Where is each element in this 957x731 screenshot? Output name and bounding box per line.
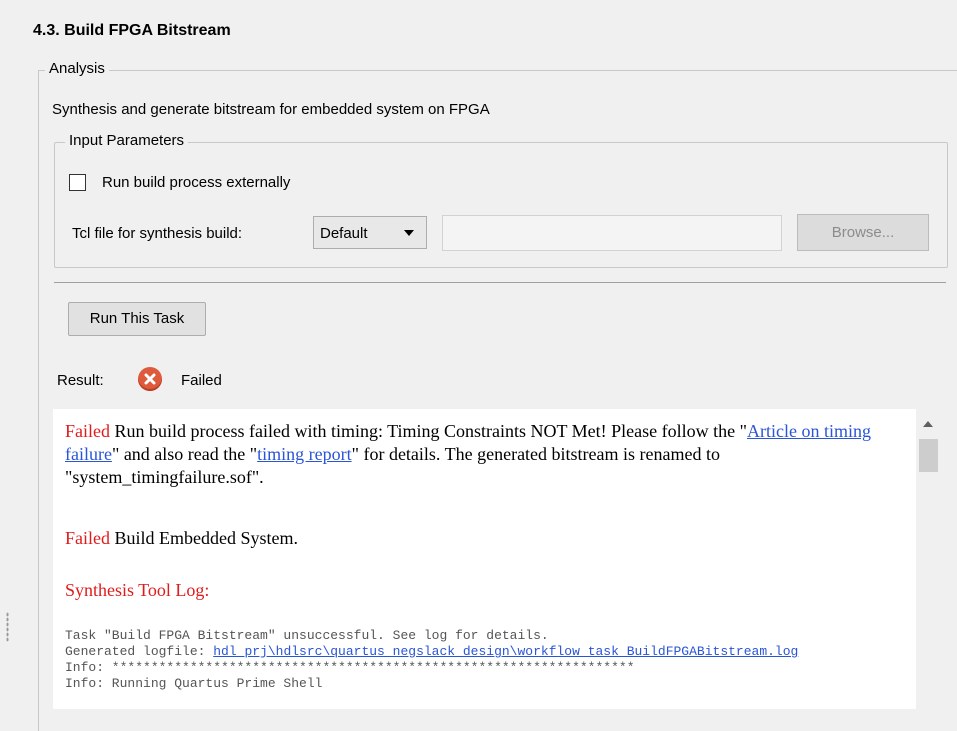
run-this-task-button[interactable]: Run This Task: [68, 302, 206, 336]
log-paragraph-timing: Failed Run build process failed with tim…: [65, 420, 910, 489]
input-parameters-legend: Input Parameters: [65, 132, 189, 149]
run-externally-checkbox[interactable]: [69, 174, 86, 191]
result-label: Result:: [57, 372, 104, 389]
tcl-file-label: Tcl file for synthesis build:: [72, 225, 243, 242]
log-line: Info: **********************************…: [65, 660, 635, 675]
tcl-file-path-field: [442, 215, 782, 251]
separator: [54, 282, 946, 283]
log-paragraph-build: Failed Build Embedded System.: [65, 527, 298, 550]
scroll-up-icon[interactable]: [923, 421, 933, 427]
log-text: Build Embedded System.: [110, 528, 299, 548]
timing-report-link[interactable]: timing report: [257, 444, 351, 464]
result-log-panel: Failed Run build process failed with tim…: [53, 409, 916, 709]
error-x-icon: [138, 367, 162, 391]
resize-handle[interactable]: [6, 612, 9, 642]
analysis-legend: Analysis: [45, 60, 109, 77]
run-externally-label[interactable]: Run build process externally: [102, 174, 290, 191]
result-status: Failed: [181, 372, 222, 389]
log-line: Info: Running Quartus Prime Shell: [65, 676, 323, 691]
task-title: 4.3. Build FPGA Bitstream: [33, 22, 231, 39]
browse-button: Browse...: [797, 214, 929, 251]
tcl-file-select-value: Default: [320, 225, 368, 242]
chevron-down-icon: [404, 230, 414, 236]
log-line: Generated logfile: hdl_prj\hdlsrc\quartu…: [65, 644, 798, 660]
log-scrollbar[interactable]: [916, 409, 941, 709]
analysis-description: Synthesis and generate bitstream for emb…: [52, 101, 490, 118]
log-text: Run build process failed with timing: Ti…: [110, 421, 748, 441]
failed-tag: Failed: [65, 528, 110, 548]
log-text: " and also read the ": [111, 444, 258, 464]
failed-tag: Failed: [65, 421, 110, 441]
synthesis-log-heading: Synthesis Tool Log:: [65, 580, 210, 600]
log-line: Task "Build FPGA Bitstream" unsuccessful…: [65, 628, 549, 643]
logfile-link[interactable]: hdl_prj\hdlsrc\quartus_negslack_design\w…: [213, 644, 798, 659]
logfile-label: Generated logfile:: [65, 644, 214, 659]
scroll-thumb[interactable]: [919, 439, 938, 472]
tcl-file-select[interactable]: Default: [313, 216, 427, 249]
